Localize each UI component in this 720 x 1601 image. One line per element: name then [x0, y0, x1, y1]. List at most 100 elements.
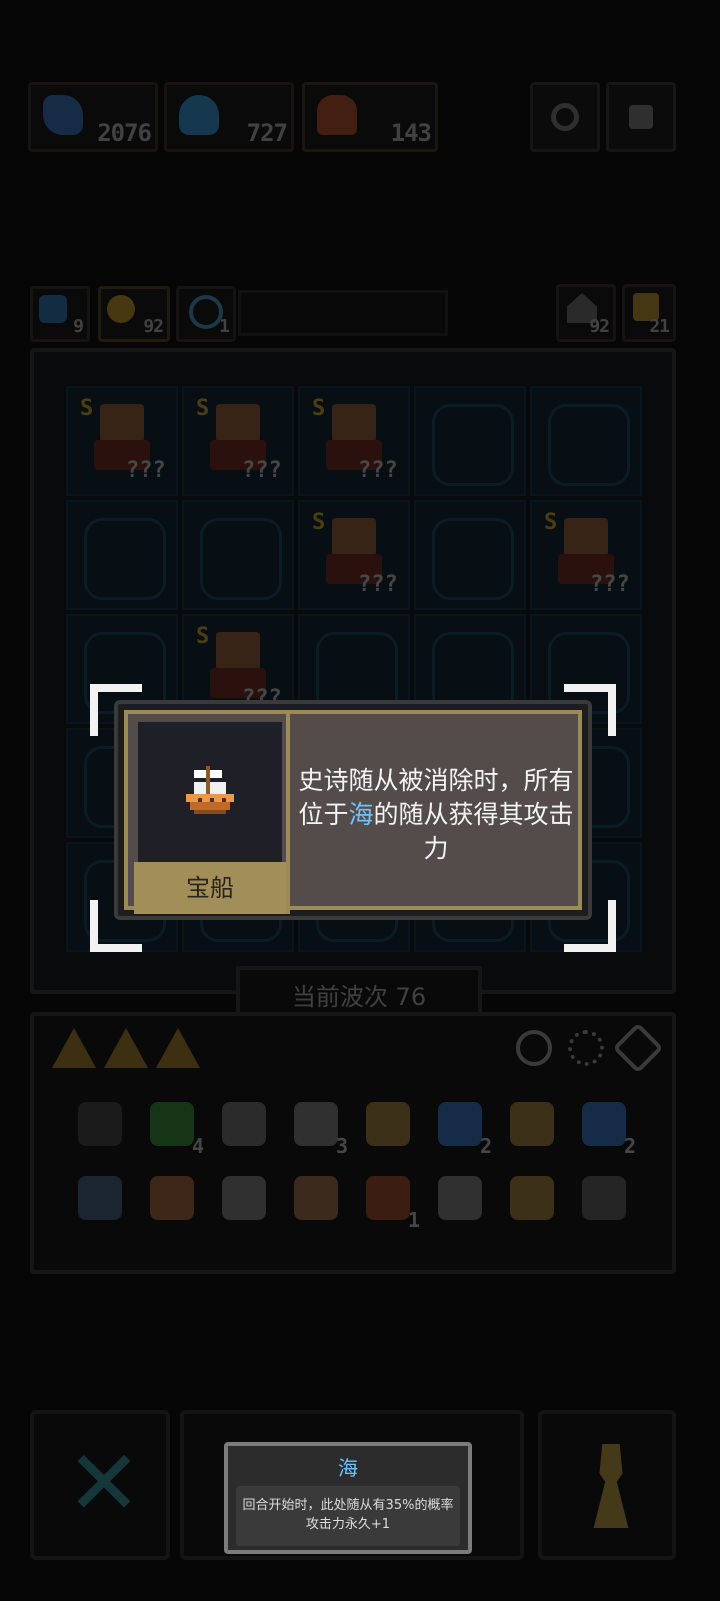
board-cell[interactable]: S???: [66, 386, 178, 496]
unit[interactable]: S???: [544, 510, 630, 597]
unit-head: [100, 404, 144, 442]
board-cell[interactable]: S???: [298, 386, 410, 496]
item-count: 1: [407, 1208, 420, 1232]
cloud-tile-icon: [200, 518, 282, 600]
tray-slot[interactable]: [104, 1028, 148, 1068]
ship-icon: [186, 766, 234, 814]
item-row-1: 4 3 2 2: [72, 1096, 652, 1160]
close-icon: ✕: [66, 1431, 142, 1536]
sword-icon: [582, 1176, 626, 1220]
item-card-inner: 宝船 史诗随从被消除时，所有位于海的随从获得其攻击力: [124, 710, 582, 914]
unit-rank: S: [544, 510, 558, 535]
finger-icon: [294, 1176, 338, 1220]
inventory-item[interactable]: [144, 1170, 200, 1226]
fish-icon: [438, 1102, 482, 1146]
settings-button[interactable]: [606, 82, 676, 152]
unit-head: [332, 518, 376, 556]
cloak-icon: [510, 1176, 554, 1220]
inventory-item[interactable]: [504, 1170, 560, 1226]
inventory-item[interactable]: 1: [360, 1170, 420, 1232]
cloud-tile-icon: [432, 404, 514, 486]
gem-icon: [150, 1102, 194, 1146]
resource-fish-value: 2076: [97, 119, 152, 147]
inventory-item[interactable]: [72, 1096, 128, 1152]
desc-highlight: 海: [348, 800, 374, 829]
unit[interactable]: S???: [312, 396, 398, 483]
chain-icon: [510, 1102, 554, 1146]
hero-icon: [317, 95, 357, 135]
status-shoe-value: 21: [649, 316, 670, 337]
inventory-item[interactable]: 3: [288, 1096, 348, 1158]
unit-power: ???: [590, 572, 630, 597]
status-house-value: 92: [589, 316, 610, 337]
resource-hero-value: 143: [390, 119, 432, 147]
inventory-item[interactable]: [216, 1096, 272, 1152]
orb-icon[interactable]: [612, 1022, 664, 1074]
inventory-item[interactable]: [360, 1096, 416, 1152]
crystal-icon: [582, 1102, 626, 1146]
cancel-button[interactable]: ✕: [30, 1410, 170, 1560]
shield-icon: [78, 1102, 122, 1146]
unit-power: ???: [358, 458, 398, 483]
tooltip-body: 回合开始时，此处随从有35%的概率 攻击力永久+1: [236, 1486, 460, 1546]
inventory-item[interactable]: [288, 1170, 344, 1226]
inventory-item[interactable]: [72, 1170, 128, 1226]
unit[interactable]: S???: [312, 510, 398, 597]
target-icon[interactable]: [516, 1030, 552, 1066]
unit[interactable]: S???: [80, 396, 166, 483]
unit-head: [216, 632, 260, 670]
boot-icon: [438, 1176, 482, 1220]
desc-part2: 的随从获得其攻击力: [373, 800, 574, 863]
pawn-icon: [593, 1444, 629, 1528]
board-cell[interactable]: S???: [298, 500, 410, 610]
inventory-item[interactable]: 2: [576, 1096, 636, 1158]
tooltip-line2: 攻击力永久+1: [305, 1517, 391, 1532]
inventory-item[interactable]: [504, 1096, 560, 1152]
item-popup[interactable]: 宝船 史诗随从被消除时，所有位于海的随从获得其攻击力: [90, 684, 616, 952]
unit-rank: S: [196, 624, 210, 649]
door-icon: [78, 1176, 122, 1220]
unit[interactable]: S???: [196, 396, 282, 483]
coin-icon: [107, 295, 135, 323]
unit-head: [564, 518, 608, 556]
status-wave: 9: [30, 286, 90, 342]
terrain-tooltip: 海 回合开始时，此处随从有35%的概率 攻击力永久+1: [224, 1442, 472, 1554]
tooltip-title: 海: [338, 1456, 358, 1480]
flower-icon[interactable]: [568, 1030, 604, 1066]
inventory-item[interactable]: [432, 1170, 488, 1226]
cloud-tile-icon: [548, 404, 630, 486]
board-cell[interactable]: [414, 386, 526, 496]
unit-rank: S: [80, 396, 94, 421]
resource-squid-value: 727: [246, 119, 288, 147]
fish-icon: [43, 95, 83, 135]
inventory-item[interactable]: [576, 1170, 632, 1226]
board-cell[interactable]: S???: [182, 386, 294, 496]
squid-icon: [179, 95, 219, 135]
board-cell[interactable]: [182, 500, 294, 610]
anvil-icon: [222, 1176, 266, 1220]
board-cell[interactable]: [66, 500, 178, 610]
cloud-tile-icon: [432, 518, 514, 600]
unit-head: [332, 404, 376, 442]
item-count: 4: [191, 1134, 204, 1158]
item-image: [138, 722, 282, 862]
gear-button[interactable]: [530, 82, 600, 152]
unit-rank: S: [312, 396, 326, 421]
cow-icon: [150, 1176, 194, 1220]
unit-head: [216, 404, 260, 442]
inventory-item[interactable]: 2: [432, 1096, 492, 1158]
unit-power: ???: [242, 458, 282, 483]
board-cell[interactable]: S???: [530, 500, 642, 610]
inventory-item[interactable]: [216, 1170, 272, 1226]
tray-slot[interactable]: [156, 1028, 200, 1068]
board-cell[interactable]: [414, 500, 526, 610]
item-name: 宝船: [134, 862, 286, 914]
unit-rank: S: [312, 510, 326, 535]
pawn-button[interactable]: [538, 1410, 676, 1560]
inventory-item[interactable]: 4: [144, 1096, 204, 1158]
resource-fish: 2076: [28, 82, 158, 152]
board-cell[interactable]: [530, 386, 642, 496]
status-house: 92: [556, 284, 616, 342]
tray-slot[interactable]: [52, 1028, 96, 1068]
tray: [52, 1028, 202, 1072]
